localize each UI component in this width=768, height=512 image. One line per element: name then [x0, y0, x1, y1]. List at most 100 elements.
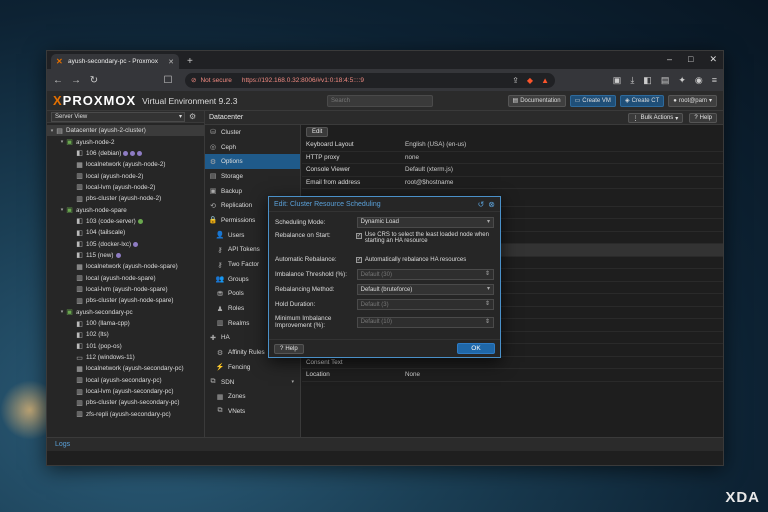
- tree-item[interactable]: ▥ local (ayush-node-spare): [47, 272, 204, 283]
- pool-icon: ⛃: [217, 290, 223, 298]
- option-key: Email from address: [306, 178, 361, 186]
- tree-item[interactable]: ◧ 104 (tailscale): [47, 227, 204, 238]
- maximize-icon[interactable]: □: [688, 54, 693, 65]
- close-window-icon[interactable]: ✕: [709, 54, 717, 65]
- gear-icon[interactable]: ⚙: [189, 112, 196, 121]
- vm-icon: ◧: [76, 218, 83, 226]
- tag-dot-icon: [123, 150, 129, 156]
- tree-item[interactable]: ▦ localnetwork (ayush-node-spare): [47, 261, 204, 272]
- tree-item[interactable]: ▾ ▣ ayush-node-2: [47, 136, 204, 147]
- minimum-imbalance-input[interactable]: Default (10) ⇕: [356, 316, 494, 328]
- menu-item-vnets[interactable]: ⧉ VNets: [205, 404, 300, 419]
- tree-item[interactable]: ▥ local-lvm (ayush-secondary-pc): [47, 386, 204, 397]
- bulk-actions-button[interactable]: ⋮ Bulk Actions ▾: [627, 113, 684, 123]
- tree-item[interactable]: ◧ 106 (debian): [47, 148, 204, 159]
- tree-item[interactable]: ▦ localnetwork (ayush-secondary-pc): [47, 363, 204, 374]
- brave-shield-icon[interactable]: ◆: [527, 76, 533, 85]
- new-tab-icon[interactable]: +: [187, 56, 193, 67]
- search-input[interactable]: Search: [327, 94, 433, 107]
- tree-item[interactable]: ◧ 100 (llama-cpp): [47, 318, 204, 329]
- tree-item[interactable]: ▥ pbs-cluster (ayush-node-spare): [47, 295, 204, 306]
- tree-item[interactable]: ◧ 115 (new): [47, 250, 204, 261]
- tree-item[interactable]: ▥ zfs-repli (ayush-secondary-pc): [47, 409, 204, 420]
- realm-icon: ▥: [216, 320, 224, 328]
- reset-icon[interactable]: ↺: [478, 200, 485, 209]
- options-toolbar: Edit: [302, 125, 723, 139]
- url-field[interactable]: ⊘ Not secure https://192.168.0.32:8006/#…: [185, 72, 555, 88]
- options-row[interactable]: Keyboard Layout English (USA) (en-us): [302, 139, 723, 152]
- help-button[interactable]: ? Help: [689, 113, 717, 123]
- options-row[interactable]: Email from address root@$hostname: [302, 177, 723, 189]
- close-tab-icon[interactable]: ✕: [168, 58, 174, 66]
- tree-item[interactable]: ▥ local (ayush-node-2): [47, 170, 204, 181]
- extensions-icon[interactable]: ▤: [661, 75, 670, 86]
- menu-item-options[interactable]: ⚙ Options: [205, 154, 300, 170]
- create-vm-button[interactable]: ▭ Create VM: [569, 94, 616, 107]
- dialog-help-button[interactable]: ? Help: [274, 343, 304, 354]
- server-view-select[interactable]: Server View: [51, 111, 185, 122]
- brave-rewards-icon[interactable]: ▲: [541, 76, 549, 85]
- logs-bar[interactable]: Logs: [47, 437, 723, 451]
- tree-item[interactable]: ◧ 102 (lts): [47, 329, 204, 340]
- monitor-icon: ▭: [574, 98, 581, 104]
- tree-item-label: 115 (new): [86, 251, 114, 259]
- bookmark-icon[interactable]: ☐: [163, 75, 173, 86]
- back-icon[interactable]: ←: [53, 75, 63, 86]
- menu-item-sdn[interactable]: ⧉ SDN ▾: [205, 375, 300, 390]
- tree-item-label: local (ayush-node-spare): [86, 274, 156, 282]
- download-icon[interactable]: ⤓: [630, 75, 634, 86]
- options-row[interactable]: Location None: [302, 369, 723, 382]
- tree-item[interactable]: ▥ pbs-cluster (ayush-node-2): [47, 193, 204, 204]
- tree-item[interactable]: ◧ 105 (docker-lxc): [47, 238, 204, 249]
- options-row[interactable]: Console Viewer Default (xterm.js): [302, 164, 723, 177]
- tree-item[interactable]: ▾ ▤ Datacenter (ayush-2-cluster): [47, 125, 204, 137]
- ok-button[interactable]: OK: [457, 343, 495, 354]
- tree-item[interactable]: ▾ ▣ ayush-secondary-pc: [47, 307, 204, 318]
- option-value: Default (xterm.js): [405, 166, 453, 174]
- rebalance-on-start-checkbox[interactable]: ✓ Use CRS to select the least loaded node…: [355, 232, 494, 244]
- vpn-icon[interactable]: ◉: [695, 75, 703, 86]
- tree-item[interactable]: ▥ local (ayush-secondary-pc): [47, 375, 204, 386]
- close-icon[interactable]: ⊗: [488, 200, 495, 209]
- puzzle-icon[interactable]: ✦: [678, 75, 686, 86]
- hold-duration-input[interactable]: Default (3) ⇕: [356, 299, 494, 311]
- menu-item-zones[interactable]: ▦ Zones: [205, 389, 300, 404]
- browser-tab[interactable]: ✕ ayush-secondary-pc - Proxmox ✕: [51, 54, 179, 69]
- forward-icon[interactable]: →: [71, 75, 81, 86]
- option-key: Location: [306, 371, 330, 379]
- edit-button[interactable]: Edit: [306, 127, 329, 137]
- menu-item-label: Fencing: [228, 363, 251, 371]
- vm-icon: ◧: [76, 343, 83, 351]
- menu-item-fencing[interactable]: ⚡ Fencing: [205, 360, 300, 375]
- automatic-rebalance-checkbox[interactable]: ✓ Automatically rebalance HA resources: [355, 257, 494, 263]
- tree-item[interactable]: ▥ local-lvm (ayush-node-spare): [47, 284, 204, 295]
- menu-icon[interactable]: ≡: [712, 75, 717, 86]
- user-menu-button[interactable]: ● root@pam ▾: [668, 94, 717, 107]
- imbalance-threshold-input[interactable]: Default (30) ⇕: [356, 269, 494, 281]
- menu-item-storage[interactable]: ▤ Storage: [205, 169, 300, 184]
- tree-item[interactable]: ▥ pbs-cluster (ayush-secondary-pc): [47, 397, 204, 408]
- options-row[interactable]: Consent Text: [302, 357, 723, 369]
- zones-icon: ▦: [216, 393, 224, 401]
- minimize-icon[interactable]: –: [667, 54, 672, 65]
- tree-item[interactable]: ◧ 101 (pop-os): [47, 341, 204, 352]
- menu-item-ceph[interactable]: ◎ Ceph: [205, 140, 300, 155]
- tree-item[interactable]: ◧ 103 (code-server): [47, 216, 204, 227]
- options-row[interactable]: HTTP proxy none: [302, 152, 723, 164]
- create-ct-button[interactable]: ◈ Create CT: [619, 94, 665, 107]
- documentation-button[interactable]: ▤ Documentation: [507, 94, 566, 107]
- rebalancing-method-select[interactable]: Default (bruteforce) ▾: [356, 284, 494, 296]
- tree-item[interactable]: ▾ ▣ ayush-node-spare: [47, 204, 204, 215]
- menu-item-cluster[interactable]: ⛁ Cluster: [205, 125, 300, 140]
- role-icon: ♟: [216, 305, 224, 313]
- tree-item[interactable]: ▦ localnetwork (ayush-node-2): [47, 159, 204, 170]
- chevron-down-icon: ▾: [708, 98, 712, 104]
- minimum-imbalance-row: Minimum Imbalance Improvement (%): Defau…: [275, 313, 494, 332]
- tree-item[interactable]: ▭ 112 (windows-11): [47, 352, 204, 363]
- sidebar-icon[interactable]: ◧: [643, 75, 652, 86]
- scheduling-mode-select[interactable]: Dynamic Load ▾: [356, 216, 494, 228]
- reload-icon[interactable]: ↻: [89, 75, 99, 86]
- tree-item[interactable]: ▥ local-lvm (ayush-node-2): [47, 182, 204, 193]
- share-icon[interactable]: ⇪: [512, 76, 519, 85]
- screenshot-icon[interactable]: ▣: [613, 75, 622, 86]
